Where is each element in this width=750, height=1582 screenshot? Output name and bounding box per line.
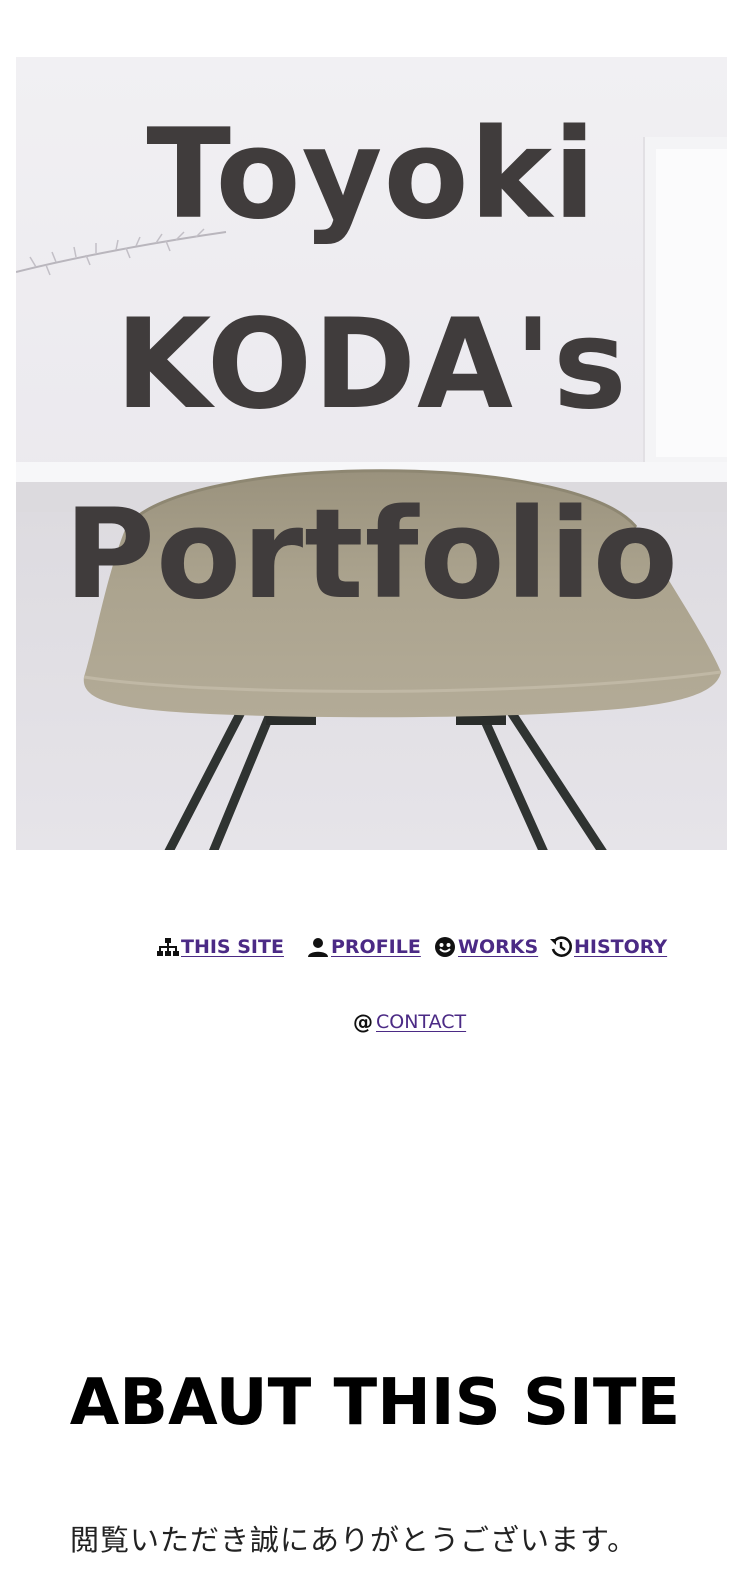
nav-link-contact[interactable]: CONTACT <box>376 1011 466 1033</box>
nav-item-history[interactable]: HISTORY <box>549 932 667 962</box>
site-title-line-2: KODA's <box>115 293 628 437</box>
smile-icon <box>433 935 457 959</box>
at-sign-icon: @ <box>351 1010 375 1034</box>
nav-link-works[interactable]: WORKS <box>458 936 538 958</box>
nav-link-this-site[interactable]: THIS SITE <box>181 936 284 958</box>
nav-item-profile[interactable]: PROFILE <box>306 932 421 962</box>
about-intro-text: 閲覧いただき誠にありがとうございます。 <box>70 1523 638 1557</box>
site-title: Toyoki KODA's Portfolio <box>16 80 727 650</box>
site-title-line-1: Toyoki <box>146 103 597 247</box>
svg-text:@: @ <box>353 1010 373 1034</box>
nav-link-profile[interactable]: PROFILE <box>331 936 421 958</box>
sitemap-icon <box>156 935 180 959</box>
hero-section: Toyoki KODA's Portfolio <box>16 57 727 850</box>
site-title-line-3: Portfolio <box>64 483 679 627</box>
nav-row-1: THIS SITE PROFILE WORKS HISTORY <box>0 932 750 962</box>
nav-item-this-site[interactable]: THIS SITE <box>156 932 284 962</box>
user-icon <box>306 935 330 959</box>
history-icon <box>549 935 573 959</box>
about-heading: ABAUT THIS SITE <box>69 1366 681 1440</box>
nav-item-contact[interactable]: @ CONTACT <box>351 1007 466 1037</box>
nav-item-works[interactable]: WORKS <box>433 932 538 962</box>
nav-link-history[interactable]: HISTORY <box>574 936 667 958</box>
page: Toyoki KODA's Portfolio THIS SITE PROFIL… <box>0 0 750 1582</box>
nav-row-2: @ CONTACT <box>0 1007 750 1037</box>
